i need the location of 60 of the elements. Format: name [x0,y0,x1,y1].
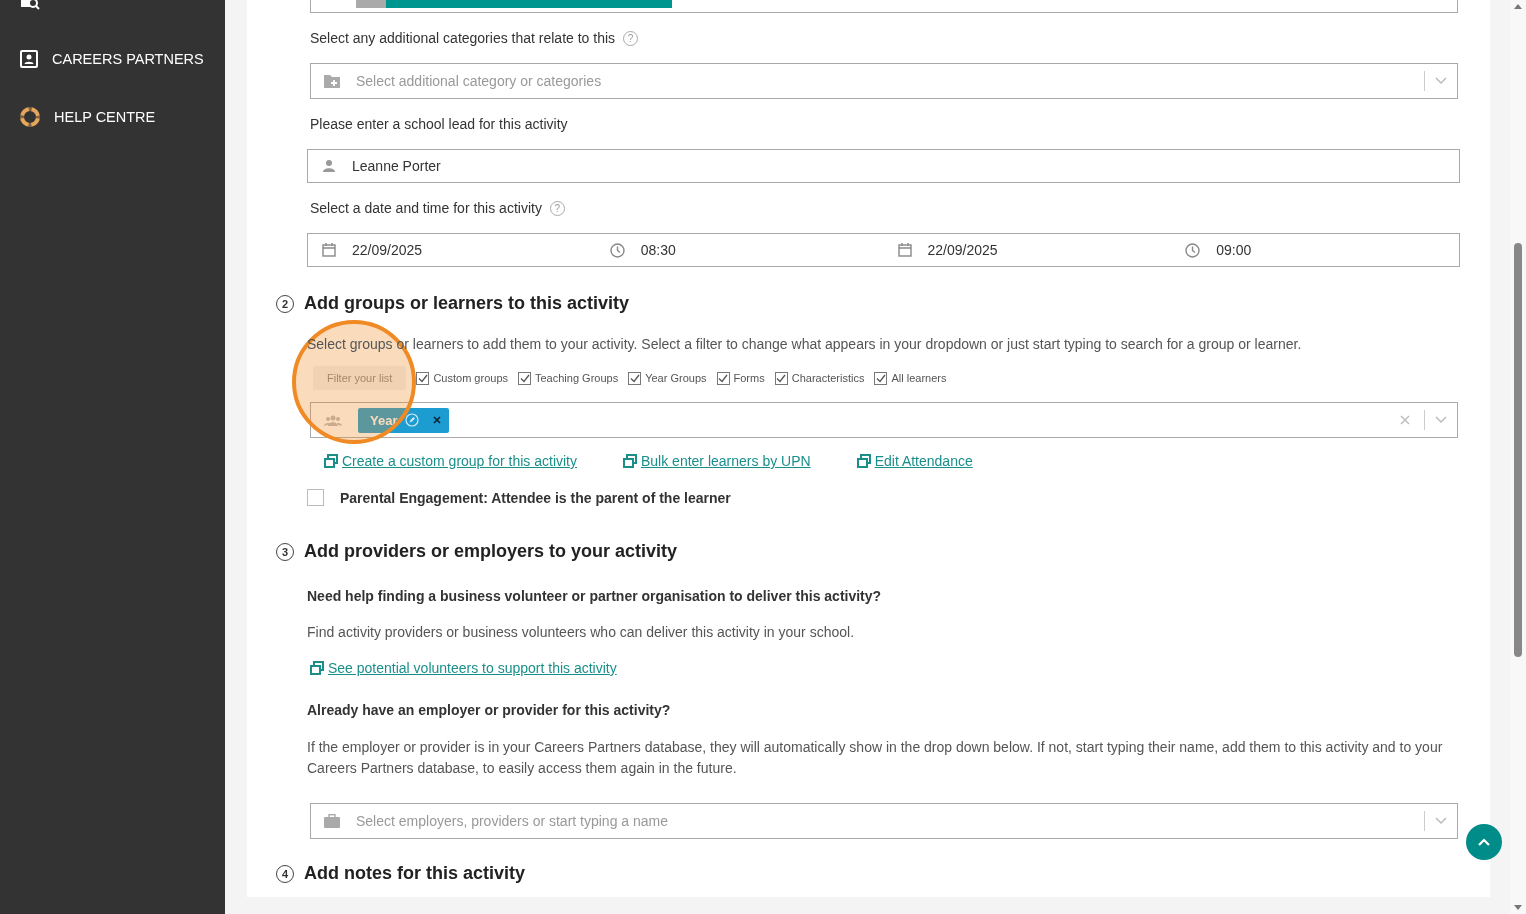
briefcase-icon [324,814,340,828]
sidebar-item[interactable]: CAREERS PARTNERS [0,30,225,88]
filter-checkbox[interactable] [518,371,531,385]
school-lead-field[interactable]: Leanne Porter [307,149,1460,183]
clock-icon [609,242,625,258]
field-label: Please enter a school lead for this activity [310,116,568,132]
group-icon [324,414,342,426]
chevron-down-icon [1435,817,1447,825]
volunteers-link[interactable]: See potential volunteers to support this activity [328,660,617,676]
info-text: If the employer or provider is in your Careers Partners database, they will automatically show in the drop down below. If not, start typing their name, add them to this activity and to your Careers Partners database, to easily access them again in the future. [307,738,1444,778]
filter-checkbox[interactable] [874,371,888,385]
section-heading: Add groups or learners to this activity [304,293,630,314]
person-icon [322,159,336,173]
subheading: Already have an employer or provider for this activity? [307,702,672,718]
contact-card-icon [20,50,38,68]
filter-option[interactable]: Characteristics [791,372,865,384]
chevron-down-icon [1435,416,1447,424]
windows-icon [856,454,871,468]
edit-icon [405,413,420,427]
date-time-field[interactable]: 22/09/2025 08:30 22/09/2025 09:00 [307,233,1460,267]
parental-checkbox[interactable] [307,489,324,506]
date-time-value: 08:30 [640,242,676,258]
section-heading: Add notes for this activity [304,863,526,884]
windows-icon [623,454,637,468]
folder-icon [324,74,340,88]
scroll-top-button[interactable] [1466,824,1502,860]
action-link[interactable]: Create a custom group for this activity [342,453,577,469]
filter-checkbox[interactable] [628,371,642,385]
filter-option[interactable]: Forms [733,372,765,384]
clear-icon [1400,415,1410,425]
filter-checkbox[interactable] [774,371,788,385]
filter-checkbox[interactable] [716,371,730,385]
checkbox-label[interactable]: Parental Engagement: Attendee is the parent of the learner [340,489,731,506]
action-link[interactable]: Bulk enter learners by UPN [641,453,811,469]
filter-option[interactable]: All learners [891,372,947,384]
windows-icon [310,661,324,675]
date-time-value: 22/09/2025 [927,242,998,258]
subheading: Need help finding a business volunteer or partner organisation to deliver this activity? [307,588,883,604]
date-time-value: 09:00 [1216,242,1252,258]
filter-checkbox[interactable] [416,371,430,385]
chevron-down-icon [1435,77,1447,85]
chevron-up-icon [1478,838,1490,846]
lifebuoy-icon [20,107,40,127]
calendar-icon [322,243,336,257]
calendar-icon [897,243,912,257]
clock-icon [1185,242,1201,258]
field-label: Select a date and time for this activity [310,200,542,216]
field-label: Select any additional categories that relate to this [310,30,616,46]
sidebar-item[interactable]: HELP CENTRE [0,88,225,146]
section-heading: Add providers or employers to your activity [304,541,678,562]
date-time-value: 22/09/2025 [352,242,423,258]
windows-icon [324,454,338,468]
action-link[interactable]: Edit Attendance [874,453,973,469]
filter-option[interactable]: Teaching Groups [535,372,619,384]
filter-label: Filter your list [313,366,407,390]
filter-option[interactable]: Year Groups [645,372,707,384]
remove-icon [433,416,442,424]
filter-option[interactable]: Custom groups [433,372,508,384]
scrollbar[interactable] [1510,0,1526,914]
help-text: Find activity providers or business volunteers who can deliver this activity in your school. [307,624,856,640]
